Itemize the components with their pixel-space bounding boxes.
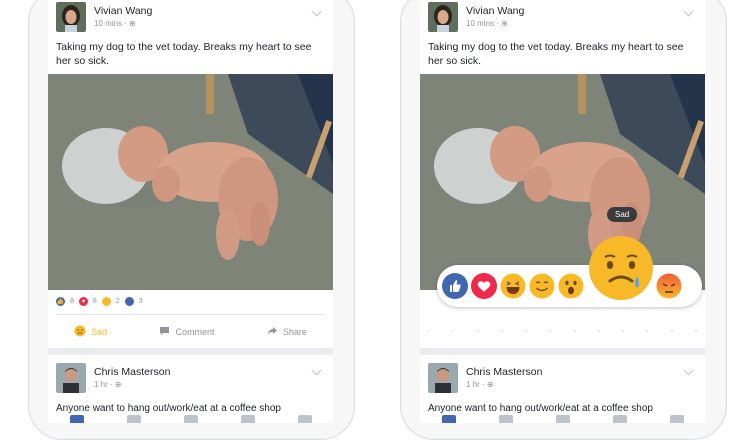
globe-icon: ⊕ <box>114 380 122 389</box>
next-post-menu-chevron-icon[interactable] <box>311 365 322 376</box>
sad-count-icon <box>101 297 111 306</box>
left-screen: Vivian Wang 10 mins · ⊕ Taking my dog to… <box>48 0 333 423</box>
post-photo[interactable] <box>420 74 705 290</box>
comment-button[interactable]: Comment <box>159 326 215 338</box>
comment-count: 3 <box>138 298 143 305</box>
globe-icon: ⊕ <box>486 380 494 389</box>
haha-icon[interactable] <box>500 273 526 299</box>
post-timestamp: 10 mins · ⊕ <box>466 19 508 28</box>
post-card: Vivian Wang 10 mins · ⊕ Taking my dog to… <box>48 0 333 348</box>
yay-icon[interactable] <box>529 273 555 299</box>
tab-requests-icon[interactable] <box>498 415 513 423</box>
next-timestamp-text: 1 hr <box>466 380 480 389</box>
timestamp-text: 10 mins <box>466 19 495 28</box>
comment-icon <box>159 326 170 338</box>
next-post-timestamp: 1 hr · ⊕ <box>94 380 122 389</box>
sad-label: Sad <box>91 327 108 337</box>
love-icon[interactable] <box>471 273 497 299</box>
share-icon <box>267 326 278 338</box>
reaction-tooltip: Sad <box>607 207 638 222</box>
tab-menu-icon[interactable] <box>297 415 312 423</box>
next-timestamp-text: 1 hr <box>94 380 108 389</box>
reaction-counts[interactable]: 👍 8 ♥ 8 2 3 <box>56 297 143 306</box>
like-count: 8 <box>70 298 74 305</box>
next-author-name[interactable]: Chris Masterson <box>466 366 542 378</box>
tab-menu-icon[interactable] <box>669 415 684 423</box>
right-screen: Vivian Wang 10 mins · ⊕ Taking my dog to… <box>420 0 705 423</box>
comment-label: Comment <box>175 327 215 337</box>
post-actions: Sad Comment Share <box>48 320 333 344</box>
post-text: Taking my dog to the vet today. Breaks m… <box>428 41 684 67</box>
globe-icon: ⊕ <box>501 19 508 28</box>
post-text: Taking my dog to the vet today. Breaks m… <box>56 41 312 67</box>
like-count-icon: 👍 <box>56 297 65 306</box>
tab-notifications-icon[interactable] <box>612 415 627 423</box>
next-author-avatar[interactable] <box>56 363 86 393</box>
next-author-avatar[interactable] <box>428 363 458 393</box>
post-photo[interactable] <box>48 74 333 290</box>
wow-icon[interactable] <box>558 273 584 299</box>
author-avatar[interactable] <box>428 2 458 32</box>
author-name[interactable]: Vivian Wang <box>466 5 524 17</box>
like-icon[interactable] <box>442 273 468 299</box>
post-menu-chevron-icon[interactable] <box>683 6 694 17</box>
author-name[interactable]: Vivian Wang <box>94 5 152 17</box>
tab-news-feed-icon[interactable] <box>441 415 456 423</box>
tab-requests-icon[interactable] <box>126 415 141 423</box>
tab-messenger-icon[interactable] <box>555 415 570 423</box>
sad-count: 2 <box>115 298 120 305</box>
next-post-menu-chevron-icon[interactable] <box>683 365 694 376</box>
sad-icon <box>74 325 86 339</box>
post-menu-chevron-icon[interactable] <box>311 6 322 17</box>
divider <box>56 314 325 315</box>
next-post-timestamp: 1 hr · ⊕ <box>466 380 494 389</box>
tab-bar <box>420 411 705 423</box>
sad-icon[interactable] <box>588 235 654 301</box>
love-count: 8 <box>92 298 97 305</box>
post-timestamp: 10 mins · ⊕ <box>94 19 136 28</box>
tab-notifications-icon[interactable] <box>240 415 255 423</box>
share-button[interactable]: Share <box>267 326 307 338</box>
tab-messenger-icon[interactable] <box>183 415 198 423</box>
sad-reaction-button[interactable]: Sad <box>74 325 107 339</box>
globe-icon: ⊕ <box>129 19 136 28</box>
reaction-bar-shadow-dots <box>428 330 697 332</box>
author-avatar[interactable] <box>56 2 86 32</box>
share-label: Share <box>282 327 307 337</box>
love-count-icon: ♥ <box>78 297 88 306</box>
next-author-name[interactable]: Chris Masterson <box>94 366 170 378</box>
tab-bar <box>48 411 333 423</box>
comment-count-icon <box>124 297 134 306</box>
timestamp-text: 10 mins <box>94 19 123 28</box>
angry-icon[interactable] <box>656 273 682 299</box>
tab-news-feed-icon[interactable] <box>69 415 84 423</box>
